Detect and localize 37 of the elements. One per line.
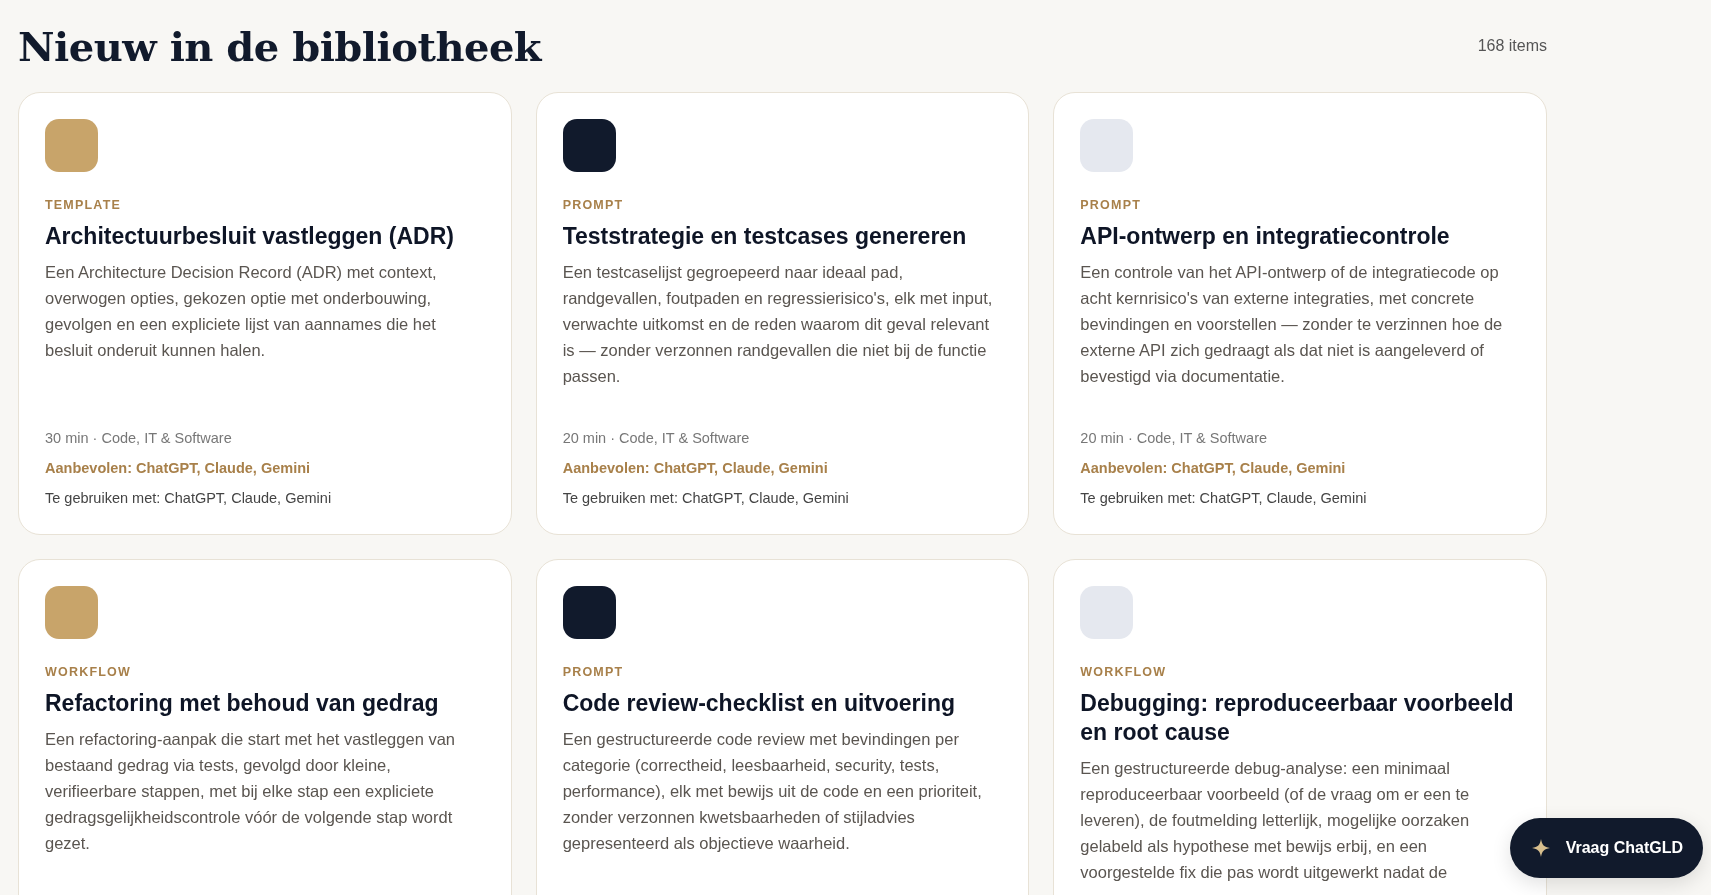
item-count: 168 items xyxy=(1477,37,1547,55)
card-meta: 20 min · Code, IT & Software xyxy=(1080,430,1269,446)
library-card[interactable] xyxy=(535,92,1030,535)
card-title: Code review-checklist en uitvoering xyxy=(562,689,957,718)
card-title: Debugging: reproduceerbaar voorbeeld en root cause xyxy=(1080,689,1515,747)
usable-with: Te gebruiken met: ChatGPT, Claude, Gemini xyxy=(45,490,333,506)
card-type: WORKFLOW xyxy=(1080,665,1168,679)
card-title: API-ontwerp en integratiecontrole xyxy=(1080,222,1451,251)
library-card[interactable] xyxy=(1053,559,1547,895)
card-title: Architectuurbesluit vastleggen (ADR) xyxy=(45,222,455,251)
library-card[interactable] xyxy=(535,559,1030,895)
card-meta: 20 min · Code, IT & Software xyxy=(562,430,751,446)
assistant-button[interactable]: Vraag ChatGLD xyxy=(1509,818,1703,878)
recommended-models: Aanbevolen: ChatGPT, Claude, Gemini xyxy=(562,460,829,476)
usable-with: Te gebruiken met: ChatGPT, Claude, Gemini xyxy=(1080,490,1368,506)
card-description: Een controle van het API-ontwerp of de integratiecode op acht kernrisico's van externe integraties, met concrete bevindingen en voorstellen — zonder te verzinnen hoe de externe API zich gedraagt als dat niet is aangeleverd of bevestigd via documentatie. xyxy=(1080,262,1504,387)
card-title: Teststrategie en testcases genereren xyxy=(562,222,968,251)
recommended-models: Aanbevolen: ChatGPT, Claude, Gemini xyxy=(45,460,312,476)
library-card[interactable] xyxy=(18,92,512,535)
card-type: TEMPLATE xyxy=(45,198,123,212)
card-description: Een testcaselijst gegroepeerd naar ideaal pad, randgevallen, foutpaden en regressierisico's, elk met input, verwachte uitkomst en de reden waarom dit geval relevant is — zonder verzonnen randgevallen die niet bij de functie passen. xyxy=(562,262,994,387)
card-description: Een Architecture Decision Record (ADR) met context, overwogen opties, gekozen optie met onderbouwing, gevolgen en een expliciete lijst van aannames die het besluit onderuit kunnen halen. xyxy=(45,262,438,361)
card-type: PROMPT xyxy=(1080,198,1142,212)
card-meta: 30 min · Code, IT & Software xyxy=(45,430,233,446)
recommended-models: Aanbevolen: ChatGPT, Claude, Gemini xyxy=(1080,460,1347,476)
library-card[interactable] xyxy=(18,559,512,895)
card-description: Een gestructureerde debug-analyse: een minimaal reproduceerbaar voorbeeld (of de vraag om er een te leveren), de foutmelding letterlijk, mogelijke oorzaken gelabeld als hypothese met bewijs erbij, en een voorgestelde fix die pas wordt uitgewerkt nadat de xyxy=(1080,758,1471,883)
usable-with: Te gebruiken met: ChatGPT, Claude, Gemini xyxy=(562,490,850,506)
card-title: Refactoring met behoud van gedrag xyxy=(45,689,440,718)
card-type: PROMPT xyxy=(562,665,625,679)
card-type: WORKFLOW xyxy=(45,665,132,679)
card-description: Een refactoring-aanpak die start met het vastleggen van bestaand gedrag via tests, gevolgd door kleine, verifieerbare stappen, met bij elke stap een expliciete gedragsgelijkheidscontrole vóór de volgende stap wordt gezet. xyxy=(45,729,456,854)
library-card[interactable] xyxy=(1053,92,1547,535)
card-description: Een gestructureerde code review met bevindingen per categorie (correctheid, leesbaarheid, security, tests, performance), elk met bewijs uit de code en een prioriteit, zonder verzonnen kwetsbaarheden of stijladvies gepresenteerd als objectieve waarheid. xyxy=(562,729,983,854)
card-type: PROMPT xyxy=(562,198,625,212)
sparkle-icon xyxy=(1531,839,1550,857)
page-title: Nieuw in de bibliotheek xyxy=(18,22,542,70)
